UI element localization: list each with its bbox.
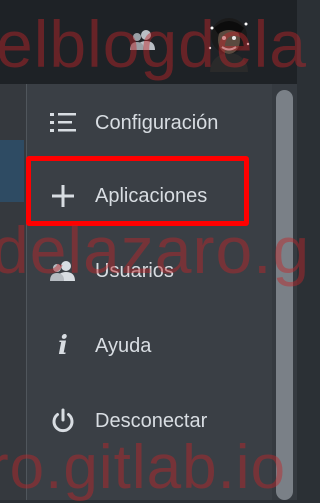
menu-item-label: Usuarios — [95, 259, 174, 282]
users-icon — [49, 257, 77, 285]
avatar[interactable] — [202, 14, 256, 72]
menu-item-label: Desconectar — [95, 409, 208, 432]
top-bar — [0, 0, 297, 84]
menu-item-ayuda[interactable]: i Ayuda — [27, 316, 273, 376]
left-panel-accent — [0, 140, 24, 202]
highlight-box — [26, 156, 249, 226]
info-icon: i — [58, 331, 68, 361]
menu-item-label: Ayuda — [95, 334, 152, 357]
menu-item-label: Configuración — [95, 111, 219, 134]
users-icon[interactable] — [128, 28, 158, 57]
power-icon — [49, 407, 77, 435]
scrollbar-thumb[interactable] — [276, 90, 293, 500]
menu-item-configuracion[interactable]: Configuración — [27, 93, 273, 153]
menu-item-desconectar[interactable]: Desconectar — [27, 391, 273, 451]
menu-item-usuarios[interactable]: Usuarios — [27, 241, 273, 301]
list-icon — [49, 109, 77, 137]
dropdown-menu: Configuración Aplicaciones Usuarios i Ay… — [26, 84, 273, 500]
